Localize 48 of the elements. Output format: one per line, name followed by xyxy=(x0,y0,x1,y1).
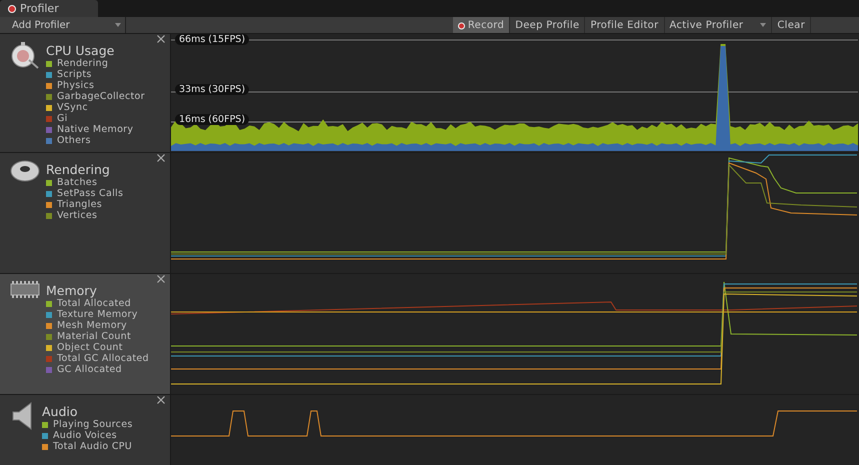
legend-label: Gi xyxy=(57,113,68,124)
close-icon[interactable] xyxy=(157,275,165,283)
torus-icon xyxy=(10,159,40,183)
close-icon[interactable] xyxy=(157,396,165,404)
legend-label: GC Allocated xyxy=(57,364,122,375)
legend-label: Scripts xyxy=(57,69,92,80)
legend-label: GarbageCollector xyxy=(57,91,145,102)
legend-label: Total Audio CPU xyxy=(53,441,132,452)
legend-label: Total GC Allocated xyxy=(57,353,149,364)
legend-label: Vertices xyxy=(57,210,98,221)
module-panel[interactable]: CPU Usage Rendering Scripts Physics GarbageCollector VSync Gi Native Memory Others xyxy=(0,34,171,152)
legend-label: Rendering xyxy=(57,58,108,69)
dropdown-caret-icon xyxy=(760,23,766,27)
memory-chip-icon xyxy=(10,280,40,300)
legend-label: Texture Memory xyxy=(57,309,138,320)
record-icon xyxy=(458,20,465,30)
legend-label: Mesh Memory xyxy=(57,320,127,331)
legend-label: Object Count xyxy=(57,342,123,353)
close-icon[interactable] xyxy=(157,35,165,43)
toolbar-button[interactable]: Record xyxy=(452,17,510,33)
module-panel[interactable]: Audio Playing Sources Audio Voices Total Audio CPU xyxy=(0,395,171,465)
dropdown-caret-icon xyxy=(115,23,121,27)
threshold-label: 66ms (15FPS) xyxy=(175,34,250,45)
record-icon xyxy=(8,4,16,14)
legend-label: Native Memory xyxy=(57,124,134,135)
legend-label: SetPass Calls xyxy=(57,188,124,199)
profiler-tab[interactable]: Profiler xyxy=(0,0,98,17)
module-title: Rendering xyxy=(46,163,111,177)
tab-title: Profiler xyxy=(20,2,59,15)
legend-label: VSync xyxy=(57,102,88,113)
module-title: Audio xyxy=(42,405,79,419)
legend-label: Physics xyxy=(57,80,94,91)
legend-label: Material Count xyxy=(57,331,132,342)
close-icon[interactable] xyxy=(157,154,165,162)
threshold-label: 16ms (60FPS) xyxy=(175,114,250,125)
module-title: CPU Usage xyxy=(46,44,116,58)
module-panel[interactable]: Rendering Batches SetPass Calls Triangles Vertices xyxy=(0,153,171,273)
legend-label: Batches xyxy=(57,177,98,188)
legend-label: Others xyxy=(57,135,91,146)
module-title: Memory xyxy=(46,284,98,298)
legend-label: Total Allocated xyxy=(57,298,131,309)
legend-label: Playing Sources xyxy=(53,419,133,430)
stopwatch-icon xyxy=(10,40,40,70)
selected-module-panel[interactable]: Memory Total Allocated Texture Memory Mesh Memory Material Count Object Count Total GC Allocated GC Allocated xyxy=(0,274,171,394)
add-profiler-dropdown[interactable]: Add Profiler xyxy=(0,17,126,33)
threshold-label: 33ms (30FPS) xyxy=(175,84,250,95)
legend-label: Triangles xyxy=(57,199,102,210)
legend-label: Audio Voices xyxy=(53,430,117,441)
